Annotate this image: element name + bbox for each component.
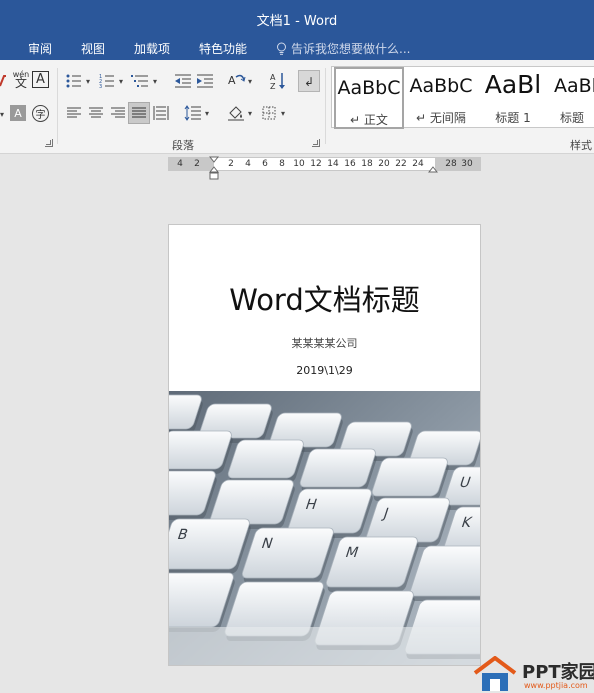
right-indent-marker[interactable] — [428, 165, 438, 175]
ruler-tick-label: 6 — [262, 159, 268, 169]
chevron-down-icon[interactable]: ▾ — [248, 109, 252, 118]
chinese-layout-icon[interactable]: A — [226, 70, 248, 92]
ruler-tick-label: 16 — [344, 159, 356, 169]
pptjia-watermark: PPT家园 www.pptjia.com — [466, 656, 594, 693]
style-normal[interactable]: AaBbC ↵ 正文 — [334, 67, 404, 129]
document-company[interactable]: 某某某某公司 — [169, 335, 480, 351]
align-left-icon[interactable] — [63, 102, 85, 124]
chevron-down-icon[interactable]: ▾ — [119, 77, 123, 86]
ruler-tick-label: 12 — [310, 159, 322, 169]
style-name: 标题 — [560, 111, 585, 125]
chevron-down-icon[interactable]: ▾ — [205, 109, 209, 118]
style-name: ↵ 无间隔 — [416, 111, 466, 125]
style-heading-1[interactable]: AaBl 标题 1 — [477, 67, 549, 129]
ruler-tick-label: 4 — [245, 159, 251, 169]
ruler-tick-label: 18 — [361, 159, 373, 169]
borders-icon[interactable] — [258, 102, 280, 124]
enclose-characters-button[interactable]: 字 — [32, 105, 49, 122]
group-separator — [57, 68, 58, 144]
phonetic-guide-button[interactable]: wén 文 — [10, 68, 32, 90]
watermark-url: www.pptjia.com — [524, 681, 588, 690]
styles-group-label: 样式 — [570, 139, 592, 152]
ribbon: wén 文 A ▾ A 字 ▾ 123 ▾ ▾ A ▾ AZ ↲ ▾ ▾ ▾ 段… — [0, 60, 594, 154]
distributed-icon[interactable] — [150, 102, 172, 124]
ruler-tick-label: 30 — [461, 159, 473, 169]
chevron-down-icon[interactable]: ▾ — [153, 77, 157, 86]
ruler-tick-label: 2 — [194, 159, 200, 169]
style-sample: AaBl — [554, 75, 594, 97]
style-sample: AaBbC — [337, 77, 401, 99]
align-right-icon[interactable] — [107, 102, 129, 124]
svg-text:Z: Z — [270, 82, 276, 90]
style-no-spacing[interactable]: AaBbC ↵ 无间隔 — [406, 67, 476, 129]
justify-icon — [132, 107, 146, 118]
paragraph-dialog-launcher[interactable] — [312, 139, 320, 147]
style-name: ↵ 正文 — [350, 113, 388, 127]
svg-text:A: A — [228, 74, 236, 87]
paragraph-group-label: 段落 — [172, 139, 194, 152]
ruler-tick-label: 8 — [279, 159, 285, 169]
ribbon-tabs: 审阅 视图 加载项 特色功能 告诉我您想要做什么... — [0, 36, 594, 60]
styles-gallery: AaBbC ↵ 正文 AaBbC ↵ 无间隔 AaBl 标题 1 AaBl 标题 — [331, 66, 594, 129]
document-page[interactable]: Word文档标题 某某某某公司 2019\1\29 UHJKBNM — [168, 224, 481, 666]
ruler-tick-label: 10 — [293, 159, 305, 169]
keyboard-key — [227, 439, 305, 483]
chevron-down-icon[interactable]: ▾ — [281, 109, 285, 118]
chevron-down-icon[interactable]: ▾ — [86, 77, 90, 86]
shading-icon[interactable] — [225, 102, 247, 124]
document-date[interactable]: 2019\1\29 — [169, 364, 480, 377]
show-hide-marks-button[interactable]: ↲ — [298, 70, 320, 92]
style-name: 标题 1 — [495, 111, 531, 125]
chevron-down-icon[interactable]: ▾ — [248, 77, 252, 86]
numbering-icon[interactable]: 123 — [96, 70, 118, 92]
svg-text:↲: ↲ — [304, 75, 314, 88]
sort-icon[interactable]: AZ — [268, 70, 290, 92]
keyboard-key — [371, 457, 449, 501]
character-border-button[interactable]: A — [32, 71, 49, 88]
align-center-icon[interactable] — [85, 102, 107, 124]
house-logo-icon — [473, 656, 517, 691]
justify-button[interactable] — [128, 102, 150, 124]
lightbulb-icon — [277, 42, 286, 55]
style-sample: AaBbC — [409, 75, 473, 97]
ruler-left-margin — [168, 158, 214, 170]
tab-view[interactable]: 视图 — [81, 40, 105, 57]
decrease-indent-icon[interactable] — [172, 70, 194, 92]
title-bar: 文档1 - Word — [0, 0, 594, 36]
ruler-tick-label: 2 — [228, 159, 234, 169]
character-shading-button[interactable]: A — [10, 105, 26, 121]
bullets-icon[interactable] — [63, 70, 85, 92]
increase-indent-icon[interactable] — [194, 70, 216, 92]
document-title[interactable]: Word文档标题 — [169, 277, 480, 319]
indent-markers[interactable] — [209, 156, 219, 182]
window-title: 文档1 - Word — [256, 14, 338, 29]
tab-special-features[interactable]: 特色功能 — [199, 40, 247, 57]
tab-review[interactable]: 审阅 — [28, 40, 52, 57]
style-title[interactable]: AaBl 标题 — [550, 67, 594, 129]
ruler-tick-label: 22 — [395, 159, 407, 169]
tell-me-placeholder: 告诉我您想要做什么... — [291, 42, 411, 56]
chevron-down-icon[interactable]: ▾ — [0, 110, 4, 119]
ruler-tick-label: 24 — [412, 159, 424, 169]
multilevel-list-icon[interactable] — [129, 70, 151, 92]
ruler-tick-label: 28 — [445, 159, 457, 169]
paragraph-mark-icon: ↲ — [304, 75, 314, 88]
font-dialog-launcher[interactable] — [45, 139, 53, 147]
tell-me-box[interactable]: 告诉我您想要做什么... — [276, 40, 410, 57]
phonetic-char: 文 — [14, 76, 27, 90]
line-spacing-icon[interactable] — [182, 102, 204, 124]
tab-addins[interactable]: 加载项 — [134, 40, 170, 57]
ruler-tick-label: 4 — [177, 159, 183, 169]
svg-text:A: A — [270, 73, 276, 82]
ruler-tick-label: 14 — [327, 159, 339, 169]
group-separator — [325, 68, 326, 144]
style-sample: AaBl — [484, 70, 542, 99]
keyboard-key — [299, 448, 377, 492]
keyboard-cover-image: UHJKBNM — [169, 391, 480, 665]
ruler-tick-label: 20 — [378, 159, 390, 169]
ruler-right-margin — [435, 158, 481, 170]
svg-text:3: 3 — [99, 84, 102, 88]
